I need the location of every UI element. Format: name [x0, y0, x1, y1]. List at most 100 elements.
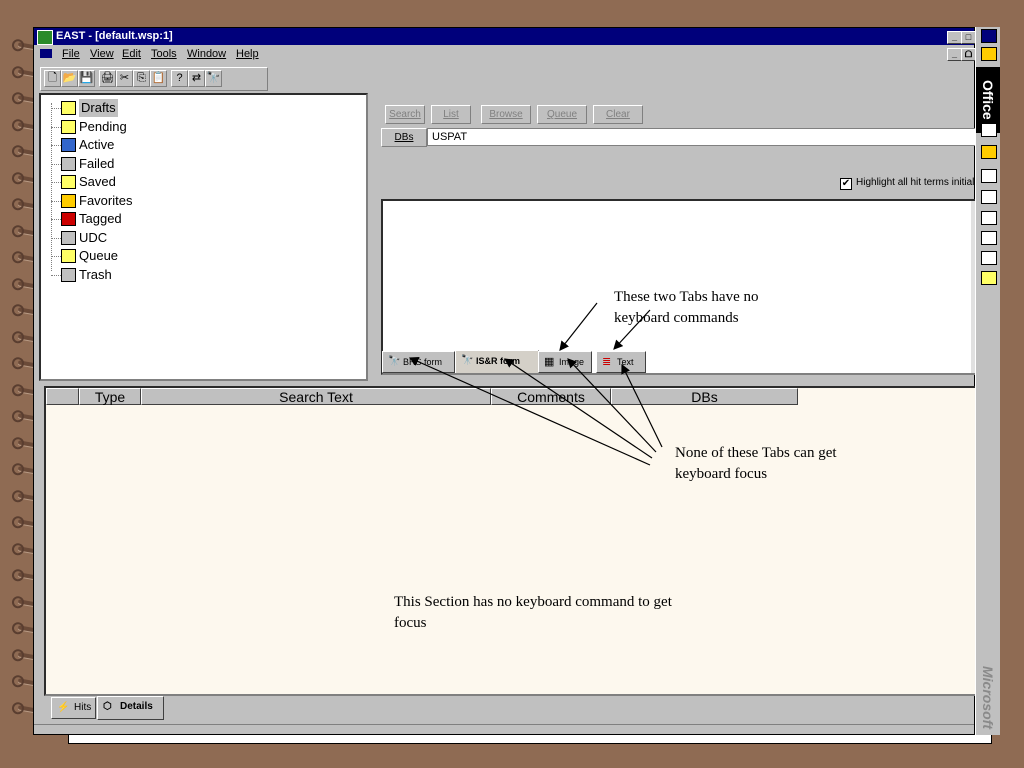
- tree-item-queue[interactable]: Queue: [61, 247, 119, 265]
- tree-connector: [51, 126, 61, 128]
- dbs-field[interactable]: USPAT: [427, 128, 976, 146]
- open-icon[interactable]: 📂: [61, 70, 78, 87]
- new-icon[interactable]: 🗋: [44, 70, 61, 87]
- cut-icon[interactable]: ✂: [116, 70, 133, 87]
- office-note-icon[interactable]: [981, 271, 997, 285]
- print-icon[interactable]: 🖨: [99, 70, 116, 87]
- grid-header-comments[interactable]: Comments: [491, 388, 611, 405]
- grid-header-type[interactable]: Type: [79, 388, 141, 405]
- tree-item-label: Favorites: [79, 192, 133, 208]
- queue-button[interactable]: Queue: [537, 105, 587, 124]
- tab-brs-form[interactable]: 🔭 BRS form: [382, 351, 455, 373]
- tree-item-favorites[interactable]: Favorites: [61, 192, 133, 210]
- list-button[interactable]: List: [431, 105, 471, 124]
- tab-text[interactable]: ≣ Text: [596, 351, 646, 373]
- office-menu-icon[interactable]: [981, 29, 997, 43]
- binoculars-icon: 🔭: [461, 355, 474, 366]
- grid-header-dbs[interactable]: DBs: [611, 388, 798, 405]
- lightning-icon: ⚡: [57, 702, 70, 713]
- office-mail-icon[interactable]: [981, 169, 997, 183]
- office-journal-icon[interactable]: [981, 251, 997, 265]
- folder-tree[interactable]: Drafts Pending Active Failed Saved Favorites T…: [39, 93, 368, 381]
- find-replace-icon[interactable]: ⇄: [188, 70, 205, 87]
- tree-item-pending[interactable]: Pending: [61, 118, 127, 136]
- tab-image-label: Image: [559, 357, 585, 367]
- menu-view[interactable]: View: [90, 45, 114, 63]
- doc-minimize-button[interactable]: _: [947, 48, 962, 61]
- binoculars-icon[interactable]: 🔭: [205, 70, 222, 87]
- app-icon: [37, 30, 53, 45]
- tree-item-udc[interactable]: UDC: [61, 229, 108, 247]
- tab-brs-form-label: BRS form: [403, 357, 443, 367]
- status-bar: [34, 724, 974, 735]
- office-calendar-icon[interactable]: [981, 190, 997, 204]
- highlight-checkbox[interactable]: ✔: [840, 178, 852, 190]
- menu-help[interactable]: Help: [236, 45, 259, 63]
- clear-button[interactable]: Clear: [593, 105, 643, 124]
- tree-item-label: Trash: [79, 266, 112, 282]
- tab-isr-form[interactable]: 🔭 IS&R form: [455, 350, 539, 373]
- annotation-section-no-focus: This Section has no keyboard command to …: [394, 594, 672, 631]
- tree-connector: [51, 163, 61, 165]
- tree-item-label: Failed: [79, 155, 115, 171]
- tree-item-label: Tagged: [79, 211, 122, 226]
- udc-folder-icon: [61, 230, 76, 245]
- tree-connector: [51, 108, 61, 109]
- dbs-button[interactable]: DBs: [381, 128, 427, 147]
- paste-icon[interactable]: 📋: [150, 70, 167, 87]
- active-folder-icon: [61, 138, 76, 152]
- tab-text-label: Text: [617, 357, 634, 367]
- tree-item-trash[interactable]: Trash: [61, 266, 112, 284]
- tab-details[interactable]: ⬡ Details: [97, 696, 164, 720]
- trash-folder-icon: [61, 267, 76, 282]
- grid-header-search-text[interactable]: Search Text: [141, 388, 491, 405]
- office-contact-icon[interactable]: [981, 231, 997, 245]
- tab-details-label: Details: [120, 701, 153, 712]
- tree-connector: [51, 237, 61, 239]
- tab-hits-label: Hits: [74, 702, 92, 713]
- page-edge: [68, 735, 992, 744]
- tree-connector: [51, 182, 61, 183]
- maximize-button[interactable]: □: [961, 31, 976, 44]
- tree-connector: [51, 145, 61, 146]
- tree-item-saved[interactable]: Saved: [61, 173, 116, 191]
- pending-folder-icon: [61, 119, 76, 134]
- binoculars-icon: 🔭: [388, 356, 401, 367]
- grid-header-select[interactable]: [46, 388, 79, 405]
- tagged-folder-icon: [61, 212, 76, 226]
- copy-icon[interactable]: ⎘: [133, 70, 150, 87]
- tree-connector: [51, 200, 61, 202]
- tab-hits[interactable]: ⚡ Hits: [51, 697, 96, 719]
- office-window-icon[interactable]: [981, 123, 997, 137]
- tree-item-label: UDC: [79, 229, 108, 245]
- tree-item-active[interactable]: Active: [61, 136, 114, 154]
- tree-item-label: Saved: [79, 174, 116, 189]
- doc-icon[interactable]: [40, 49, 52, 58]
- tree-item-label: Queue: [79, 248, 119, 263]
- search-button[interactable]: Search: [385, 105, 425, 124]
- save-icon[interactable]: 💾: [78, 70, 95, 87]
- browse-button[interactable]: Browse: [481, 105, 531, 124]
- office-task-icon[interactable]: [981, 211, 997, 225]
- tab-image[interactable]: ▦ Image: [538, 351, 592, 373]
- menu-window[interactable]: Window: [187, 45, 226, 63]
- search-pane: Search List Browse Queue Clear DBs USPAT…: [372, 93, 979, 377]
- tree-item-drafts[interactable]: Drafts: [61, 99, 118, 117]
- doc-restore-button[interactable]: ᗝ: [961, 48, 976, 61]
- office-folder-icon[interactable]: [981, 47, 997, 61]
- tree-item-failed[interactable]: Failed: [61, 155, 115, 173]
- menu-tools[interactable]: Tools: [151, 45, 177, 63]
- window-title: EAST - [default.wsp:1]: [56, 30, 173, 42]
- minimize-button[interactable]: _: [947, 31, 962, 44]
- saved-folder-icon: [61, 175, 76, 189]
- queue-folder-icon: [61, 249, 76, 263]
- menu-edit[interactable]: Edit: [122, 45, 141, 63]
- details-icon: ⬡: [103, 701, 112, 712]
- menu-file[interactable]: File: [62, 45, 80, 63]
- help-icon[interactable]: ?: [171, 70, 188, 87]
- tree-item-tagged[interactable]: Tagged: [61, 210, 122, 228]
- office-shortcut-bar: Office Microsoft: [975, 27, 1000, 735]
- results-grid[interactable]: Type Search Text Comments DBs: [44, 386, 978, 696]
- office-open-icon[interactable]: [981, 145, 997, 159]
- tree-connector: [51, 274, 61, 276]
